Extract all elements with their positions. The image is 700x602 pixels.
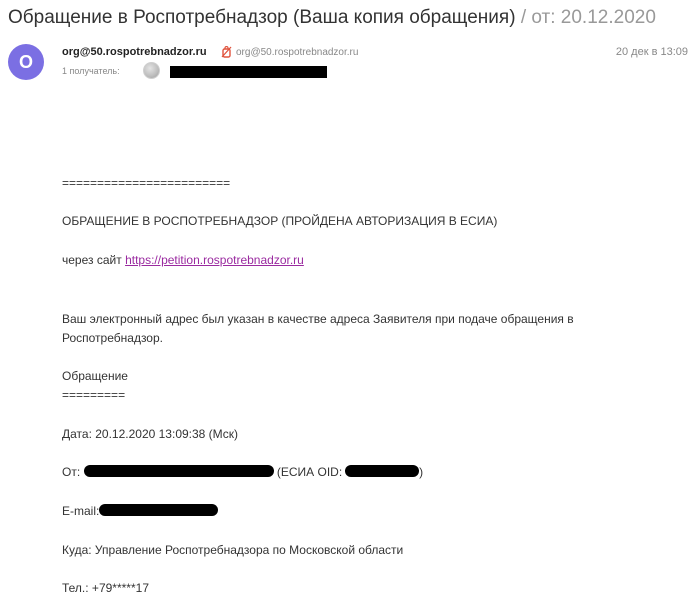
appeal-recipient-line: Куда: Управление Роспотребнадзора по Мос…	[62, 543, 404, 557]
appeal-email-line: E-mail:	[62, 502, 219, 521]
from-label: От:	[62, 465, 81, 479]
unverified-sender-icon[interactable]	[221, 46, 232, 58]
appeal-title: Обращение	[62, 369, 128, 383]
subject-title: Обращение в Роспотребнадзор (Ваша копия …	[8, 7, 516, 28]
recipients-label: 1 получатель:	[62, 66, 120, 76]
recipient-redacted-address	[170, 66, 327, 78]
recipient-avatar[interactable]	[143, 62, 160, 79]
sender-avatar-letter: O	[18, 51, 33, 72]
esia-oid-label: (ЕСИА OID:	[276, 465, 343, 479]
subject-date-separator: / от:	[520, 7, 556, 28]
body-divider-appeal: =========	[62, 388, 126, 402]
appeal-from-line: От: (ЕСИА OID:)	[62, 463, 423, 482]
email-view: Обращение в Роспотребнадзор (Ваша копия …	[0, 0, 700, 602]
sender-name[interactable]: org@50.rospotrebnadzor.ru	[62, 46, 207, 58]
body-via-prefix: через сайт	[62, 253, 122, 267]
email-timestamp: 20 дек в 13:09	[615, 46, 688, 58]
body-notice: Ваш электронный адрес был указан в качес…	[62, 312, 574, 345]
esia-oid-redacted	[345, 465, 420, 477]
from-redacted-name	[83, 465, 274, 477]
body-divider-top: ========================	[62, 176, 231, 190]
subject-date: 20.12.2020	[560, 7, 656, 28]
body-heading: ОБРАЩЕНИЕ В РОСПОТРЕБНАДЗОР (ПРОЙДЕНА АВ…	[62, 214, 498, 228]
petition-site-link[interactable]: https://petition.rospotrebnadzor.ru	[125, 253, 304, 267]
email-label: E-mail:	[62, 504, 100, 518]
appeal-date: Дата: 20.12.2020 13:09:38 (Мск)	[62, 427, 239, 441]
sender-avatar[interactable]: O	[8, 44, 44, 80]
body-via-line: через сайт https://petition.rospotrebnad…	[62, 251, 304, 270]
sender-address[interactable]: org@50.rospotrebnadzor.ru	[236, 47, 358, 58]
email-subject: Обращение в Роспотребнадзор (Ваша копия …	[8, 6, 656, 30]
esia-oid-close: )	[419, 465, 424, 479]
email-redacted	[99, 504, 219, 516]
appeal-phone-line: Тел.: +79*****17	[62, 581, 149, 595]
